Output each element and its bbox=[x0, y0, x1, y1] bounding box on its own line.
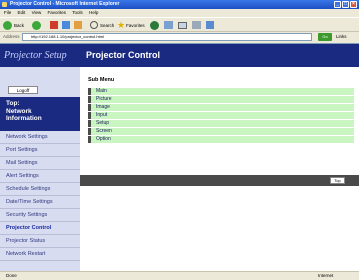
sidebar-nav: Network Settings Port Settings Mail Sett… bbox=[0, 131, 80, 261]
history-icon bbox=[164, 21, 173, 29]
address-bar: Address http://192.168.1.10/projector_co… bbox=[0, 32, 359, 42]
page-content: Projector Setup Logoff Top: Network Info… bbox=[0, 43, 359, 272]
maximize-button[interactable]: □ bbox=[342, 1, 349, 8]
menu-file[interactable]: File bbox=[4, 10, 11, 15]
page-title: Projector Control bbox=[80, 44, 359, 67]
address-input[interactable]: http://192.168.1.10/projector_control.ht… bbox=[22, 33, 312, 41]
top-line-1: Top: bbox=[6, 100, 20, 107]
top-line-2: Network bbox=[6, 107, 32, 115]
sidebar-item-mail-settings[interactable]: Mail Settings bbox=[0, 157, 80, 170]
back-arrow-icon bbox=[3, 20, 12, 30]
mail-icon bbox=[178, 21, 187, 29]
sidebar-item-alert-settings[interactable]: Alert Settings bbox=[0, 170, 80, 183]
sidebar-item-schedule-settings[interactable]: Schedule Settings bbox=[0, 183, 80, 196]
top-line-3: Information bbox=[6, 115, 42, 122]
sidebar-item-projector-control[interactable]: Projector Control bbox=[0, 222, 80, 235]
menu-view[interactable]: View bbox=[32, 10, 42, 15]
address-label: Address bbox=[3, 34, 20, 39]
favorites-button[interactable]: ★ Favorites bbox=[117, 20, 145, 30]
forward-button[interactable] bbox=[32, 20, 41, 30]
mail-button[interactable] bbox=[178, 20, 187, 30]
zone-indicator: Internet bbox=[318, 273, 334, 278]
top-button[interactable]: Top bbox=[330, 177, 345, 184]
search-button[interactable]: Search bbox=[90, 20, 114, 30]
stop-icon bbox=[50, 21, 58, 29]
print-icon bbox=[192, 21, 201, 29]
submenu-title: Sub Menu bbox=[88, 77, 115, 83]
submenu-item-setup[interactable]: Setup bbox=[88, 120, 354, 127]
submenu-item-option[interactable]: Option bbox=[88, 136, 354, 143]
edit-icon bbox=[206, 21, 214, 29]
refresh-icon bbox=[62, 21, 70, 29]
sidebar-item-top-network-information[interactable]: Top: Network Information bbox=[0, 97, 80, 131]
print-button[interactable] bbox=[192, 20, 201, 30]
home-icon bbox=[74, 21, 82, 29]
refresh-button[interactable] bbox=[62, 20, 70, 30]
sidebar-item-network-restart[interactable]: Network Restart bbox=[0, 248, 80, 261]
menu-help[interactable]: Help bbox=[89, 10, 98, 15]
window-title: Projector Control - Microsoft Internet E… bbox=[10, 1, 120, 7]
logo: Projector Setup bbox=[0, 44, 80, 67]
menu-favorites[interactable]: Favorites bbox=[48, 10, 67, 15]
sidebar-item-port-settings[interactable]: Port Settings bbox=[0, 144, 80, 157]
sidebar-item-projector-status[interactable]: Projector Status bbox=[0, 235, 80, 248]
media-icon bbox=[150, 20, 159, 30]
window-titlebar: Projector Control - Microsoft Internet E… bbox=[0, 0, 359, 9]
go-button[interactable]: Go bbox=[318, 33, 332, 41]
sidebar-item-security-settings[interactable]: Security Settings bbox=[0, 209, 80, 222]
submenu-item-image[interactable]: Image bbox=[88, 104, 354, 111]
close-button[interactable]: × bbox=[350, 1, 357, 8]
ie-icon bbox=[2, 2, 7, 7]
footer-bar bbox=[80, 175, 359, 186]
submenu-item-main[interactable]: Main bbox=[88, 88, 354, 95]
star-icon: ★ bbox=[117, 19, 126, 30]
search-icon bbox=[90, 21, 98, 29]
submenu-item-screen[interactable]: Screen bbox=[88, 128, 354, 135]
sidebar-item-network-settings[interactable]: Network Settings bbox=[0, 131, 80, 144]
status-text: Done bbox=[6, 273, 17, 278]
browser-toolbar: Back Search ★ Favorites bbox=[0, 17, 359, 32]
edit-page-button[interactable] bbox=[206, 20, 214, 30]
status-bar: Done Internet bbox=[0, 271, 359, 280]
menu-edit[interactable]: Edit bbox=[18, 10, 26, 15]
submenu-item-input[interactable]: Input bbox=[88, 112, 354, 119]
history-button[interactable] bbox=[164, 20, 173, 30]
sidebar-item-date-time-settings[interactable]: Date/Time Settings bbox=[0, 196, 80, 209]
media-button[interactable] bbox=[150, 20, 159, 30]
submenu-item-picture[interactable]: Picture bbox=[88, 96, 354, 103]
submenu-list: Main Picture Image Input Setup Screen Op… bbox=[88, 88, 354, 144]
menu-tools[interactable]: Tools bbox=[72, 10, 83, 15]
stop-button[interactable] bbox=[50, 20, 58, 30]
minimize-button[interactable]: _ bbox=[334, 1, 341, 8]
home-button[interactable] bbox=[74, 20, 82, 30]
sidebar: Projector Setup Logoff Top: Network Info… bbox=[0, 44, 80, 272]
menu-bar: File Edit View Favorites Tools Help bbox=[0, 9, 359, 17]
back-button[interactable]: Back bbox=[3, 20, 24, 30]
logoff-button[interactable]: Logoff bbox=[8, 86, 38, 94]
forward-arrow-icon bbox=[32, 20, 41, 30]
links-button[interactable]: Links bbox=[336, 32, 347, 42]
